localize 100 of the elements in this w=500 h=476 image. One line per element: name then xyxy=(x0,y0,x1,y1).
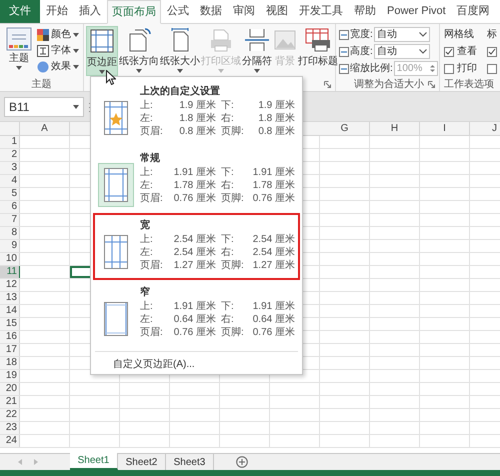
margin-label: 下: xyxy=(221,300,235,314)
row-header[interactable]: 15 xyxy=(0,318,20,330)
margin-label: 页脚: xyxy=(221,124,245,139)
row-header[interactable]: 4 xyxy=(0,175,20,187)
caret-icon xyxy=(73,104,79,108)
row-header[interactable]: 1 xyxy=(0,136,20,148)
page-margins-icon xyxy=(104,302,128,336)
ribbon-tab[interactable]: 页面布局 xyxy=(107,0,161,24)
row-header[interactable]: 16 xyxy=(0,331,20,343)
page-setup-button[interactable]: 纸张大小 xyxy=(160,26,200,76)
ribbon-tab[interactable]: 公式 xyxy=(162,0,194,23)
page-setup-button[interactable]: 打印标题 xyxy=(298,26,338,76)
preset-title: 窄 xyxy=(140,286,151,300)
ribbon-tab[interactable]: 数据 xyxy=(195,0,227,23)
row-header[interactable]: 24 xyxy=(0,435,20,447)
check-icon xyxy=(445,48,453,56)
row-header[interactable]: 18 xyxy=(0,357,20,369)
ribbon-tab[interactable]: 百度网 xyxy=(452,0,495,23)
row-header[interactable]: 21 xyxy=(0,396,20,408)
row-header[interactable]: 6 xyxy=(0,201,20,213)
file-tab[interactable]: 文件 xyxy=(0,0,40,23)
margin-label: 下: xyxy=(221,233,235,247)
row-header[interactable]: 13 xyxy=(0,292,20,304)
row-header[interactable]: 10 xyxy=(0,253,20,265)
checkbox[interactable] xyxy=(444,46,454,56)
margin-value: 0.76 厘米 xyxy=(252,326,295,340)
checkbox-label: 查看 xyxy=(457,44,477,59)
margin-value: 1.9 厘米 xyxy=(178,98,216,112)
margin-label: 页眉: xyxy=(140,326,164,340)
field-label: 缩放比例: xyxy=(350,62,393,76)
row-header[interactable]: 17 xyxy=(0,344,20,356)
checkbox[interactable] xyxy=(487,64,497,74)
resize-icon xyxy=(339,64,349,74)
custom-margins-menu-item[interactable]: 自定义页边距(A)... xyxy=(91,356,302,372)
caret-icon xyxy=(73,64,79,68)
row-header[interactable]: 5 xyxy=(0,188,20,200)
column-header[interactable]: A xyxy=(20,122,70,135)
margin-label: 左: xyxy=(140,246,154,260)
ribbon-tab[interactable]: 审阅 xyxy=(228,0,260,23)
row-header[interactable]: 7 xyxy=(0,214,20,226)
row-header[interactable]: 9 xyxy=(0,240,20,252)
margin-value: 1.78 厘米 xyxy=(172,178,216,192)
checkbox[interactable] xyxy=(444,64,454,74)
page-setup-button[interactable]: 分隔符 xyxy=(242,26,272,76)
ribbon-tab[interactable]: 帮助 xyxy=(349,0,381,23)
color-swatch-icon xyxy=(37,28,49,40)
row-header[interactable]: 8 xyxy=(0,227,20,239)
ribbon-tab[interactable]: 插入 xyxy=(74,0,106,23)
name-box[interactable]: B11 xyxy=(4,96,84,116)
margin-preset-item[interactable]: 窄 上: 1.91 厘米 下: 1.91 厘米 左: 0.64 厘米 右: 0.64 厘米 页眉: 0.76 厘米 页脚: 0.76 厘米 xyxy=(93,280,300,347)
row-header[interactable]: 23 xyxy=(0,422,20,434)
row-header[interactable]: 20 xyxy=(0,383,20,395)
margin-label: 上: xyxy=(140,98,154,113)
caret-icon xyxy=(99,70,105,74)
add-sheet-icon[interactable] xyxy=(236,456,248,468)
landscape-image-icon xyxy=(273,28,297,52)
ribbon-tab[interactable]: Power Pivot xyxy=(382,0,451,23)
column-header[interactable]: H xyxy=(370,122,420,135)
page-setup-button[interactable]: 页边距 xyxy=(86,26,118,76)
resize-icon xyxy=(339,46,349,56)
margin-value: 1.9 厘米 xyxy=(257,98,295,112)
row-header[interactable]: 11 xyxy=(0,266,20,278)
page-setup-button[interactable]: 纸张方向 xyxy=(119,26,159,76)
themes-icon xyxy=(6,27,32,51)
column-header[interactable]: I xyxy=(420,122,470,135)
column-header[interactable]: G xyxy=(320,122,370,135)
row-header[interactable]: 22 xyxy=(0,409,20,421)
margin-label: 页眉: xyxy=(140,192,164,206)
option-heading: 网格线 xyxy=(444,28,475,42)
margin-value: 2.54 厘米 xyxy=(252,232,295,246)
column-header[interactable]: J xyxy=(470,122,500,135)
group-label: 调整为合适大小 xyxy=(354,78,424,92)
dropdown-field[interactable]: 自动 xyxy=(374,27,430,42)
chevron-down-icon xyxy=(418,49,427,54)
row-header[interactable]: 12 xyxy=(0,279,20,291)
checkbox[interactable] xyxy=(487,46,497,56)
caret-icon xyxy=(73,48,79,52)
theme-option-button[interactable]: 效果 xyxy=(37,59,79,74)
margin-value: 0.8 厘米 xyxy=(257,124,295,139)
margin-label: 页眉: xyxy=(140,259,164,273)
group-label: 工作表选项 xyxy=(443,78,495,91)
margin-preset-item[interactable]: 常规 上: 1.91 厘米 下: 1.91 厘米 左: 1.78 厘米 右: 1.78 厘米 页眉: 0.76 厘米 页脚: 0.76 厘米 xyxy=(93,146,300,213)
themes-button[interactable]: 主题 xyxy=(3,27,35,77)
row-header[interactable]: 19 xyxy=(0,370,20,382)
margin-label: 左: xyxy=(140,112,154,126)
theme-option-button[interactable]: 字体 xyxy=(37,43,79,58)
margin-value: 1.91 厘米 xyxy=(172,166,216,180)
ribbon-tab[interactable]: 开发工具 xyxy=(294,0,348,23)
theme-option-button[interactable]: 颜色 xyxy=(37,27,79,42)
ribbon-tab[interactable]: 开始 xyxy=(41,0,73,23)
margin-preset-item[interactable]: 上次的自定义设置 上: 1.9 厘米 下: 1.9 厘米 左: 1.8 厘米 右: 1.8 厘米 页眉: 0.8 厘米 页脚: 0.8 厘米 xyxy=(93,79,300,146)
ribbon-tab[interactable]: 视图 xyxy=(261,0,293,23)
sheet-tab[interactable]: Sheet1 xyxy=(70,453,118,470)
row-header[interactable]: 2 xyxy=(0,149,20,161)
row-header[interactable]: 14 xyxy=(0,305,20,317)
margin-preset-item[interactable]: 宽 上: 2.54 厘米 下: 2.54 厘米 左: 2.54 厘米 右: 2.54 厘米 页眉: 1.27 厘米 页脚: 1.27 厘米 xyxy=(93,213,300,280)
row-header[interactable]: 3 xyxy=(0,162,20,174)
dialog-launcher-icon[interactable] xyxy=(324,80,331,88)
dropdown-field[interactable]: 自动 xyxy=(374,44,430,59)
dialog-launcher-icon[interactable] xyxy=(428,80,435,88)
